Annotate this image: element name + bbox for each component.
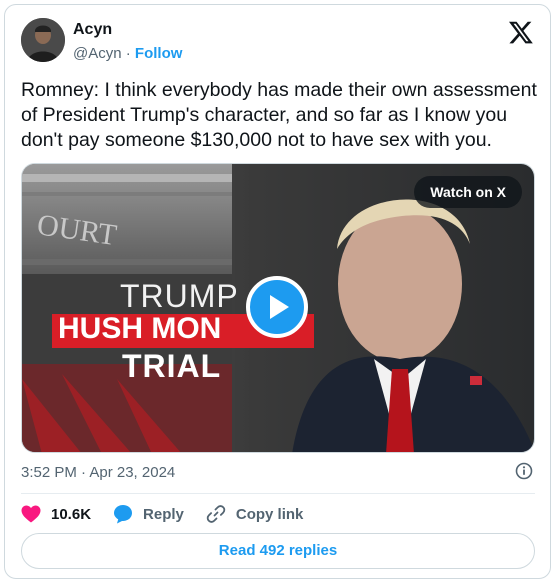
like-button[interactable]: 10.6K <box>21 505 91 523</box>
graphic-line-trump: TRUMP <box>120 278 239 314</box>
read-replies-button[interactable]: Read 492 replies <box>21 533 535 569</box>
divider <box>21 493 535 494</box>
play-icon <box>270 295 289 319</box>
link-icon <box>206 505 226 523</box>
copy-link-button[interactable]: Copy link <box>206 504 304 524</box>
tweet-text: Romney: I think everybody has made their… <box>21 79 537 151</box>
info-icon[interactable] <box>515 462 533 480</box>
like-count: 10.6K <box>51 505 92 523</box>
copy-link-label: Copy link <box>235 505 304 523</box>
action-bar: 10.6K Reply Copy link <box>21 502 325 526</box>
x-logo-icon[interactable] <box>508 19 534 45</box>
tweet-card: Acyn @Acyn · Follow Romney: I think ever… <box>4 4 551 579</box>
reply-bubble-icon <box>114 505 133 524</box>
watch-on-x-button[interactable]: Watch on X <box>414 176 522 208</box>
author-handle[interactable]: @Acyn <box>73 45 122 62</box>
reply-label: Reply <box>143 505 184 523</box>
reply-button[interactable]: Reply <box>113 504 184 524</box>
heart-icon <box>21 505 41 523</box>
play-button[interactable] <box>246 276 308 338</box>
video-player[interactable]: OURT TRUMP HUSH MON TRIAL Watch on X <box>21 163 535 453</box>
separator-dot: · <box>125 45 131 62</box>
tweet-timestamp[interactable]: 3:52 PM · Apr 23, 2024 <box>21 464 175 481</box>
author-name[interactable]: Acyn <box>73 21 112 39</box>
avatar[interactable] <box>21 18 65 62</box>
author-handle-row: @Acyn · Follow <box>73 45 182 62</box>
graphic-line-trial: TRIAL <box>122 348 222 384</box>
follow-button[interactable]: Follow <box>135 45 183 62</box>
graphic-line-hush-money: HUSH MON <box>58 312 222 345</box>
